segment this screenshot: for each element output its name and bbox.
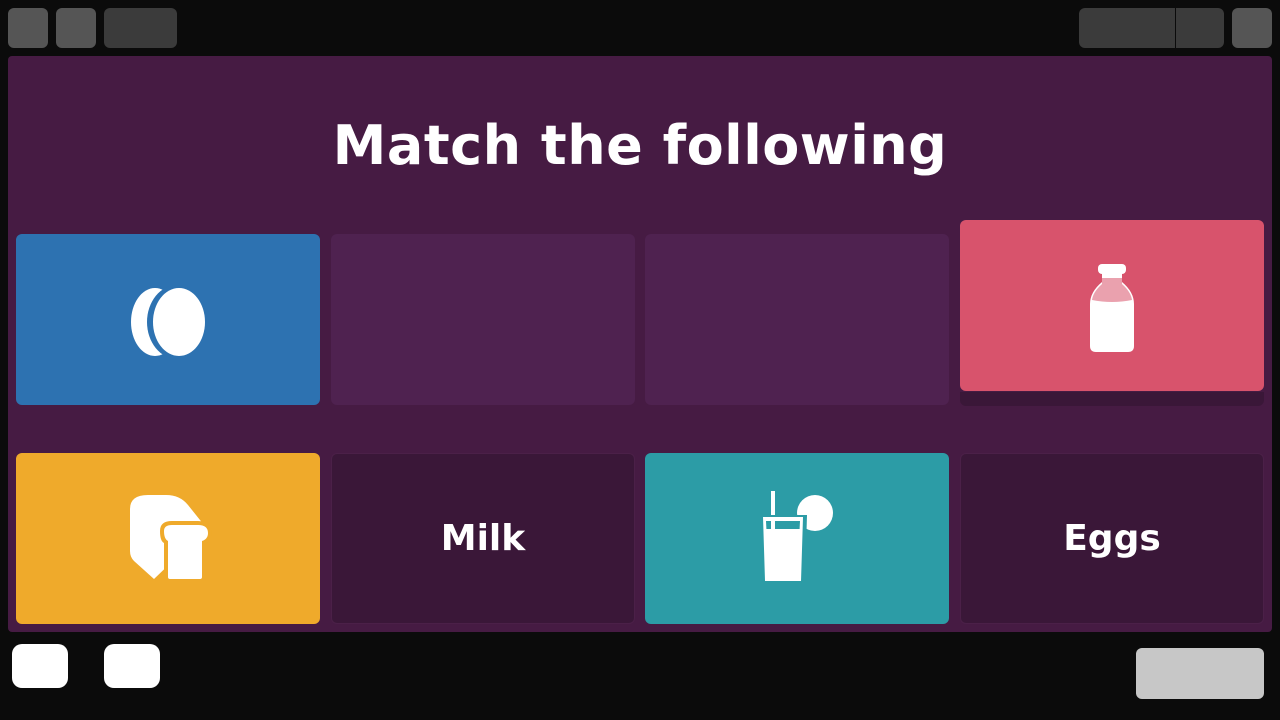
page-title: Match the following <box>332 114 948 177</box>
tile-shadow <box>960 392 1264 406</box>
toolbar-button-1[interactable] <box>8 8 48 48</box>
toolbar-button-menu[interactable] <box>1232 8 1272 48</box>
milk-bottle-icon <box>1082 258 1142 354</box>
tile-label: Milk <box>440 518 526 559</box>
empty-slot-1[interactable] <box>331 234 635 405</box>
bread-icon <box>120 491 216 587</box>
juice-glass-icon <box>757 490 837 587</box>
tile-milk-image[interactable] <box>960 220 1264 391</box>
bottom-button-1[interactable] <box>12 644 68 688</box>
eggs-icon <box>123 280 213 360</box>
tile-juice-image[interactable] <box>645 453 949 624</box>
toolbar-group-right[interactable] <box>1176 8 1224 48</box>
toolbar-group-left[interactable] <box>1079 8 1175 48</box>
bottom-toolbar <box>0 632 1280 720</box>
tile-word-eggs[interactable]: Eggs <box>960 453 1264 624</box>
submit-button[interactable] <box>1136 648 1264 699</box>
tile-label: Eggs <box>1063 518 1161 559</box>
tile-bread-image[interactable] <box>16 453 320 624</box>
tile-word-milk[interactable]: Milk <box>331 453 635 624</box>
game-board: Match the following Milk Eggs <box>8 56 1272 632</box>
tile-eggs-image[interactable] <box>16 234 320 405</box>
toolbar-button-2[interactable] <box>56 8 96 48</box>
top-toolbar <box>0 0 1280 56</box>
bottom-button-2[interactable] <box>104 644 160 688</box>
empty-slot-2[interactable] <box>645 234 949 405</box>
toolbar-button-3[interactable] <box>104 8 177 48</box>
